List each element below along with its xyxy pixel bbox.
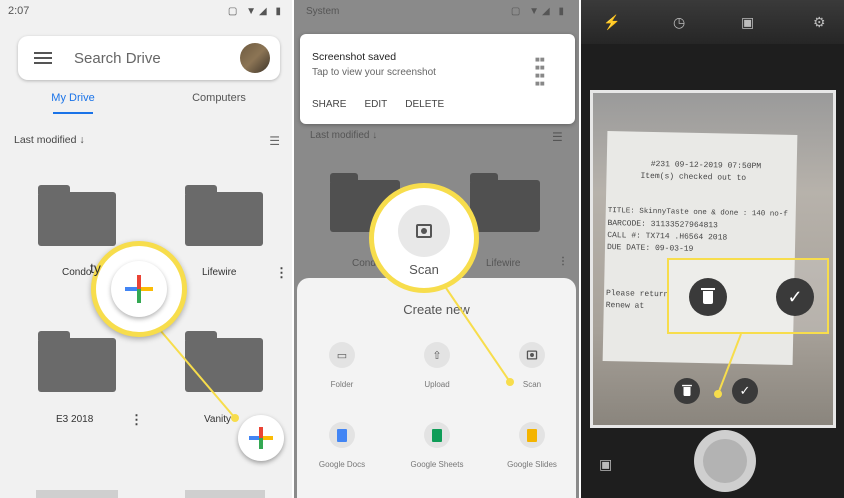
slides-icon [519, 422, 545, 448]
google-slides-option[interactable]: Google Slides [487, 422, 577, 469]
new-button-magnified [111, 261, 167, 317]
docs-icon [329, 422, 355, 448]
confirm-controls-callout: ✓ [667, 258, 829, 334]
folder-icon[interactable] [185, 331, 263, 392]
scan-zoom-callout: Scan [369, 183, 479, 293]
camera-toolbar: ⚡ ◷ ▣ ⚙ [581, 0, 844, 44]
shutter-button[interactable] [694, 430, 756, 492]
discard-button[interactable] [674, 378, 700, 404]
drive-home-panel: 2:07 ▢ ▼◢ ▮ Search Drive My Drive Comput… [0, 0, 292, 498]
screenshot-thumbnail-icon: ■■ ■■ ■■ ■■ [535, 55, 545, 88]
upload-icon: ⇧ [424, 342, 450, 368]
status-bar: System ▢ ▼◢ ▮ [294, 0, 579, 22]
folder-icon [470, 173, 540, 232]
folder-icon[interactable] [185, 185, 263, 246]
option-label: Scan [522, 380, 542, 389]
folder-label: Lifewire [486, 258, 521, 269]
receipt-line: DUE DATE: 09-03-19 [606, 243, 694, 254]
folder-row-peek [36, 490, 118, 498]
google-docs-option[interactable]: Google Docs [297, 422, 387, 469]
folder-label: E3 2018 [56, 414, 94, 425]
checkmark-icon: ✓ [787, 286, 803, 307]
notification-subtitle: Tap to view your screenshot [312, 67, 436, 78]
scan-option[interactable]: Scan [487, 342, 577, 389]
camera-icon [519, 342, 545, 368]
checkmark-icon: ✓ [739, 383, 751, 398]
new-button[interactable] [238, 415, 284, 461]
sort-row: Last modified ↓ ☰ [14, 134, 280, 148]
scan-camera-panel: ⚡ ◷ ▣ ⚙ #231 09-12-2019 07:50PM Item(s) … [581, 0, 844, 498]
google-sheets-option[interactable]: Google Sheets [392, 422, 482, 469]
more-options-icon[interactable]: ⋮ [130, 412, 143, 428]
create-folder-option[interactable]: ▭ Folder [297, 342, 387, 389]
screenshot-notification[interactable]: Screenshot saved Tap to view your screen… [300, 34, 575, 124]
menu-icon[interactable] [34, 49, 52, 67]
notification-actions: SHARE EDIT DELETE [312, 99, 444, 110]
more-options-icon[interactable]: ⋮ [275, 265, 288, 281]
gallery-icon[interactable]: ▣ [599, 456, 612, 473]
search-bar[interactable]: Search Drive [18, 36, 280, 80]
confirm-button-magnified: ✓ [776, 278, 814, 316]
folder-label: Condo [62, 267, 92, 278]
receipt-line: BARCODE: 31133527964813 [607, 219, 718, 231]
receipt-line: #231 09-12-2019 07:50PM [650, 159, 762, 172]
option-label: Google Docs [318, 460, 366, 469]
option-label: Google Sheets [410, 460, 464, 469]
delete-button[interactable]: DELETE [405, 99, 444, 110]
plus-icon [249, 427, 273, 449]
scan-zoom-label: Scan [409, 262, 439, 277]
search-input[interactable]: Search Drive [74, 50, 240, 67]
status-icons: ▢ ▼◢ ▮ [227, 5, 284, 17]
status-app-label: System [306, 5, 340, 17]
receipt-line: CALL #: TX714 .H6564 2018 [607, 231, 728, 243]
sheet-title: Create new [403, 302, 470, 317]
folder-icon: ▭ [329, 342, 355, 368]
receipt-line: Renew at [605, 301, 645, 311]
folder-label: Vanity [204, 414, 232, 425]
tab-computers[interactable]: Computers [146, 86, 292, 116]
avatar[interactable] [240, 43, 270, 73]
option-label: Folder [330, 380, 354, 389]
discard-button-magnified [689, 278, 727, 316]
plus-icon [125, 275, 153, 303]
status-bar: 2:07 ▢ ▼◢ ▮ [0, 0, 292, 22]
notification-title: Screenshot saved [312, 51, 397, 63]
trash-icon [682, 384, 692, 396]
option-label: Upload [424, 380, 450, 389]
share-button[interactable]: SHARE [312, 99, 346, 110]
fab-zoom-callout: ty [90, 241, 187, 337]
receipt-line: Please return [605, 289, 669, 300]
create-new-sheet: Create new ▭ Folder ⇧ Upload Scan Google… [297, 278, 576, 498]
receipt-line: TITLE: SkinnyTaste one & done : 140 no-f [607, 207, 788, 219]
trash-icon [701, 287, 715, 304]
receipt-line: Item(s) checked out to [640, 171, 747, 183]
more-options-icon: ⋮ [558, 256, 568, 267]
create-new-panel: System ▢ ▼◢ ▮ Screenshot saved Tap to vi… [294, 0, 579, 498]
sort-label: Last modified ↓ [310, 130, 378, 141]
tab-my-drive[interactable]: My Drive [0, 86, 146, 116]
settings-icon[interactable]: ⚙ [813, 14, 826, 31]
folder-icon[interactable] [38, 185, 116, 246]
flash-off-icon[interactable]: ⚡ [603, 14, 620, 31]
sort-label[interactable]: Last modified ↓ [14, 134, 85, 148]
sheets-icon [424, 422, 450, 448]
drive-tabs: My Drive Computers [0, 86, 292, 116]
status-time: 2:07 [8, 5, 30, 17]
option-label: Google Slides [507, 460, 557, 469]
confirm-button[interactable]: ✓ [732, 378, 758, 404]
folder-icon[interactable] [38, 331, 116, 392]
status-icons: ▢ ▼◢ ▮ [510, 5, 567, 17]
timer-icon[interactable]: ◷ [673, 14, 685, 31]
edit-button[interactable]: EDIT [364, 99, 387, 110]
upload-option[interactable]: ⇧ Upload [392, 342, 482, 389]
camera-switch-icon[interactable]: ▣ [741, 14, 754, 31]
folder-label: Lifewire [202, 267, 237, 278]
folder-row-peek [185, 490, 265, 498]
shutter-inner [703, 439, 747, 483]
list-view-icon[interactable]: ☰ [269, 134, 280, 148]
list-view-icon: ☰ [552, 130, 563, 144]
zoom-text-fragment: ty [90, 260, 101, 276]
camera-icon [398, 205, 450, 257]
